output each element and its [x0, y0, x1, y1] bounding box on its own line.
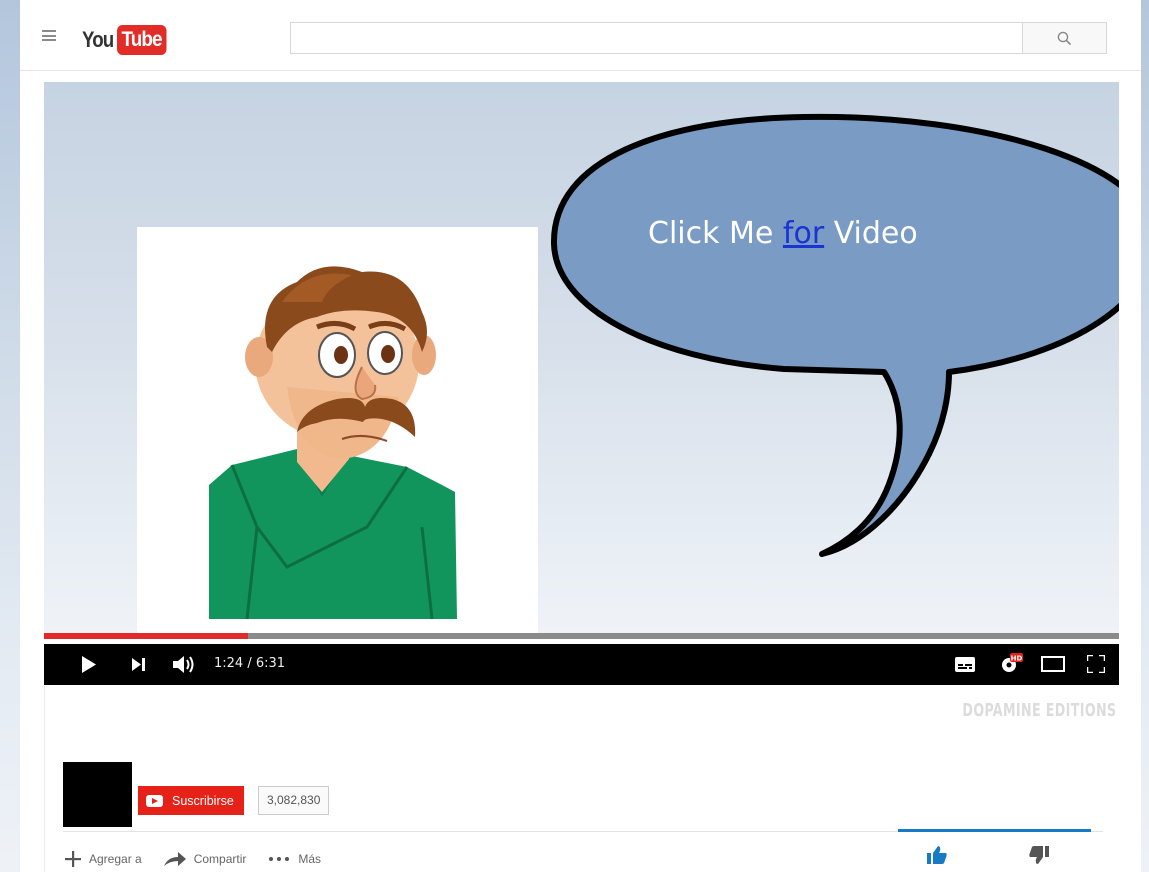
- page: You Tube Click Me for Video 1:24 / 6:31 …: [20, 0, 1141, 872]
- youtube-logo[interactable]: You Tube: [82, 24, 172, 56]
- add-to-label: Agregar a: [89, 852, 142, 866]
- next-icon[interactable]: [132, 658, 145, 671]
- channel-avatar[interactable]: [63, 762, 132, 827]
- dislike-icon[interactable]: [1029, 846, 1049, 864]
- bubble-text-end: Video: [824, 216, 918, 251]
- character-illustration: [137, 227, 538, 634]
- man-with-mustache-image: [209, 266, 457, 620]
- like-ratio-bar: [898, 829, 1091, 832]
- time-display: 1:24 / 6:31: [214, 656, 286, 671]
- action-bar: Agregar a Compartir Más: [65, 849, 343, 869]
- video-player[interactable]: Click Me for Video: [44, 82, 1119, 634]
- player-controls: 1:24 / 6:31 HD: [44, 644, 1119, 685]
- channel-watermark: DOPAMINE EDITIONS: [961, 700, 1116, 721]
- share-label: Compartir: [193, 852, 247, 866]
- bubble-caption: Click Me for Video: [648, 216, 918, 251]
- bubble-link-for[interactable]: for: [783, 216, 824, 251]
- add-to-button[interactable]: Agregar a: [65, 851, 142, 867]
- subscriber-count: 3,082,830: [258, 786, 330, 815]
- settings-hd-icon[interactable]: HD: [1000, 652, 1024, 674]
- more-label: Más: [298, 852, 322, 866]
- youtube-play-icon: [146, 794, 163, 807]
- svg-text:HD: HD: [1011, 655, 1023, 663]
- more-button[interactable]: Más: [268, 852, 321, 866]
- theater-mode-icon[interactable]: [1041, 656, 1065, 672]
- search-button[interactable]: [1023, 22, 1107, 54]
- logo-you-text: You: [82, 27, 114, 52]
- more-dots-icon: [269, 857, 290, 861]
- play-icon[interactable]: [82, 656, 96, 673]
- hamburger-menu-icon[interactable]: [42, 30, 56, 41]
- logo-tube-text: Tube: [116, 25, 167, 55]
- subtitles-icon[interactable]: [955, 657, 975, 672]
- bubble-text-start: Click Me: [648, 216, 783, 251]
- speech-bubble[interactable]: [544, 104, 1119, 604]
- volume-icon[interactable]: [173, 656, 195, 673]
- share-button[interactable]: Compartir: [163, 852, 247, 866]
- subscribe-button[interactable]: Suscribirse: [138, 786, 244, 815]
- fullscreen-icon[interactable]: [1087, 655, 1105, 673]
- progress-bar[interactable]: [44, 633, 1119, 639]
- masthead: You Tube: [20, 0, 1141, 71]
- subscribe-label: Suscribirse: [172, 793, 234, 808]
- video-info: DOPAMINE EDITIONS Suscribirse 3,082,830 …: [44, 686, 1120, 872]
- share-arrow-icon: [163, 852, 186, 866]
- like-icon[interactable]: [927, 846, 947, 864]
- search-icon: [1057, 31, 1072, 45]
- progress-played: [44, 633, 249, 639]
- plus-icon: [65, 851, 81, 867]
- search-input[interactable]: [290, 22, 1023, 54]
